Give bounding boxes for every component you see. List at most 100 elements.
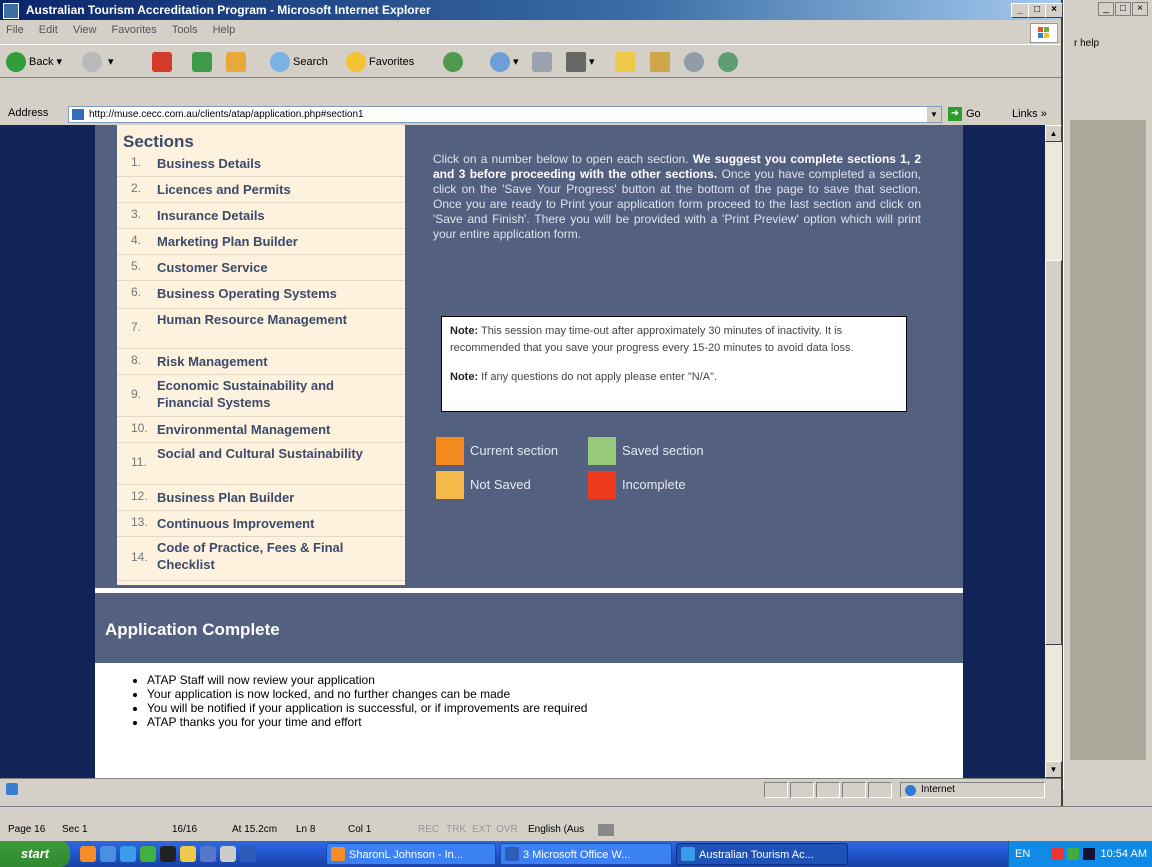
- section-link-10[interactable]: 10. Environmental Management: [117, 416, 405, 443]
- vertical-scrollbar[interactable]: ▲ ▼: [1045, 125, 1062, 778]
- section-label: Business Operating Systems: [157, 286, 337, 301]
- quicklaunch-folder-icon[interactable]: [180, 846, 196, 862]
- section-link-3[interactable]: 3. Insurance Details: [117, 202, 405, 229]
- section-link-6[interactable]: 6. Business Operating Systems: [117, 280, 405, 309]
- section-link-14[interactable]: 14. Code of Practice, Fees & Final Checkl…: [117, 536, 405, 581]
- minimize-button[interactable]: _: [1011, 3, 1029, 18]
- edit-button[interactable]: ▾: [566, 51, 595, 73]
- section-number: 13.: [131, 515, 148, 529]
- section-link-9[interactable]: 9. Economic Sustainability and Financial …: [117, 374, 405, 417]
- taskbar-item-sharonl[interactable]: SharonL Johnson - In...: [326, 843, 496, 865]
- word-trk[interactable]: TRK: [446, 824, 466, 835]
- word-ext[interactable]: EXT: [472, 824, 491, 835]
- window-title: Australian Tourism Accreditation Program…: [25, 3, 431, 17]
- scroll-up-icon[interactable]: ▲: [1045, 125, 1062, 142]
- quicklaunch-word-icon[interactable]: [240, 846, 256, 862]
- menu-tools[interactable]: Tools: [166, 20, 204, 40]
- back-button[interactable]: Back ▾: [6, 51, 62, 73]
- taskbar-item-australian-tourism[interactable]: Australian Tourism Ac...: [676, 843, 848, 865]
- language-indicator[interactable]: EN: [1015, 841, 1030, 867]
- application-complete-banner: Application Complete: [95, 593, 963, 663]
- go-button[interactable]: ➜ Go: [948, 106, 992, 123]
- bg-minimize-button[interactable]: _: [1098, 2, 1114, 16]
- section-link-11[interactable]: 11. Social and Cultural Sustainability: [117, 442, 405, 485]
- section-link-12[interactable]: 12. Business Plan Builder: [117, 484, 405, 511]
- menu-edit[interactable]: Edit: [33, 20, 64, 40]
- tray-icon[interactable]: [1083, 848, 1095, 860]
- system-tray: EN 10:54 AM: [1008, 841, 1152, 867]
- word-rec[interactable]: REC: [418, 824, 439, 835]
- spelling-status-icon[interactable]: [598, 824, 614, 836]
- quicklaunch-icon[interactable]: [80, 846, 96, 862]
- quicklaunch-icon[interactable]: [160, 846, 176, 862]
- close-button[interactable]: ×: [1045, 3, 1063, 18]
- back-arrow-icon: [6, 52, 26, 73]
- print-button[interactable]: [532, 51, 555, 73]
- links-button[interactable]: Links »: [1012, 106, 1060, 123]
- home-button[interactable]: [226, 51, 249, 73]
- section-link-5[interactable]: 5. Customer Service: [117, 254, 405, 281]
- tray-icon[interactable]: [1067, 848, 1079, 860]
- word-column: Col 1: [348, 824, 372, 835]
- section-link-13[interactable]: 13. Continuous Improvement: [117, 510, 405, 537]
- start-button[interactable]: start: [0, 841, 70, 867]
- page-icon: [72, 109, 84, 120]
- legend-saved-section: Saved section: [588, 437, 704, 465]
- quicklaunch-icon[interactable]: [100, 846, 116, 862]
- section-number: 12.: [131, 489, 148, 503]
- bg-maximize-button[interactable]: □: [1115, 2, 1131, 16]
- standard-toolbar: Back ▾ ▾ Search Favorites ▾ ▾: [0, 44, 1061, 78]
- section-link-8[interactable]: 8. Risk Management: [117, 348, 405, 375]
- menu-view[interactable]: View: [67, 20, 103, 40]
- quicklaunch-icon[interactable]: [200, 846, 216, 862]
- word-ovr[interactable]: OVR: [496, 824, 518, 835]
- home-icon: [226, 52, 246, 73]
- completion-info: ATAP Staff will now review your applicat…: [95, 663, 963, 778]
- menu-favorites[interactable]: Favorites: [106, 20, 163, 40]
- address-input[interactable]: http://muse.cecc.com.au/clients/atap/app…: [68, 106, 942, 123]
- quicklaunch-icon[interactable]: [220, 846, 236, 862]
- messenger-button[interactable]: [684, 51, 707, 73]
- section-label: Business Plan Builder: [157, 490, 295, 505]
- section-number: 4.: [131, 233, 142, 247]
- word-language[interactable]: English (Aus: [528, 824, 584, 835]
- bg-help-text[interactable]: r help: [1074, 38, 1099, 49]
- maximize-button[interactable]: □: [1028, 3, 1046, 18]
- section-label: Environmental Management: [157, 422, 331, 437]
- status-cell: [816, 782, 840, 798]
- section-link-4[interactable]: 4. Marketing Plan Builder: [117, 228, 405, 255]
- section-link-7[interactable]: 7. Human Resource Management: [117, 308, 405, 349]
- stop-button[interactable]: [152, 51, 175, 73]
- favorites-button[interactable]: Favorites: [346, 51, 414, 73]
- section-link-1[interactable]: 1. Business Details: [117, 150, 405, 177]
- media-button[interactable]: [443, 51, 466, 73]
- refresh-button[interactable]: [192, 51, 215, 73]
- quicklaunch-ie-icon[interactable]: [120, 846, 136, 862]
- menu-file[interactable]: File: [0, 20, 30, 40]
- taskbar-item-word[interactable]: 3 Microsoft Office W...: [500, 843, 672, 865]
- search-icon: [270, 52, 290, 73]
- legend-current-section: Current section: [436, 437, 558, 465]
- history-button[interactable]: ▾: [490, 51, 519, 73]
- page-status-icon: [6, 783, 18, 795]
- page-content: Sections 1. Business Details 2. Licences an…: [95, 125, 963, 778]
- section-link-2[interactable]: 2. Licences and Permits: [117, 176, 405, 203]
- menu-help[interactable]: Help: [207, 20, 242, 40]
- quicklaunch-icon[interactable]: [140, 846, 156, 862]
- search-button[interactable]: Search: [270, 51, 328, 73]
- tray-icon[interactable]: [1051, 848, 1063, 860]
- section-number: 1.: [131, 155, 142, 169]
- scrollbar-thumb[interactable]: [1045, 260, 1062, 645]
- address-dropdown-icon[interactable]: ▼: [927, 107, 941, 122]
- extra-button[interactable]: [718, 51, 741, 73]
- favorites-star-icon: [346, 52, 366, 73]
- bg-close-button[interactable]: ×: [1132, 2, 1148, 16]
- task-label: SharonL Johnson - In...: [349, 849, 463, 861]
- links-label: Links: [1012, 108, 1038, 120]
- scroll-down-icon[interactable]: ▼: [1045, 761, 1062, 778]
- research-button[interactable]: [650, 51, 673, 73]
- section-label: Code of Practice, Fees & Final Checklist: [157, 540, 344, 572]
- folder-button[interactable]: [615, 51, 638, 73]
- start-label: start: [20, 846, 50, 861]
- forward-button[interactable]: ▾: [82, 51, 114, 73]
